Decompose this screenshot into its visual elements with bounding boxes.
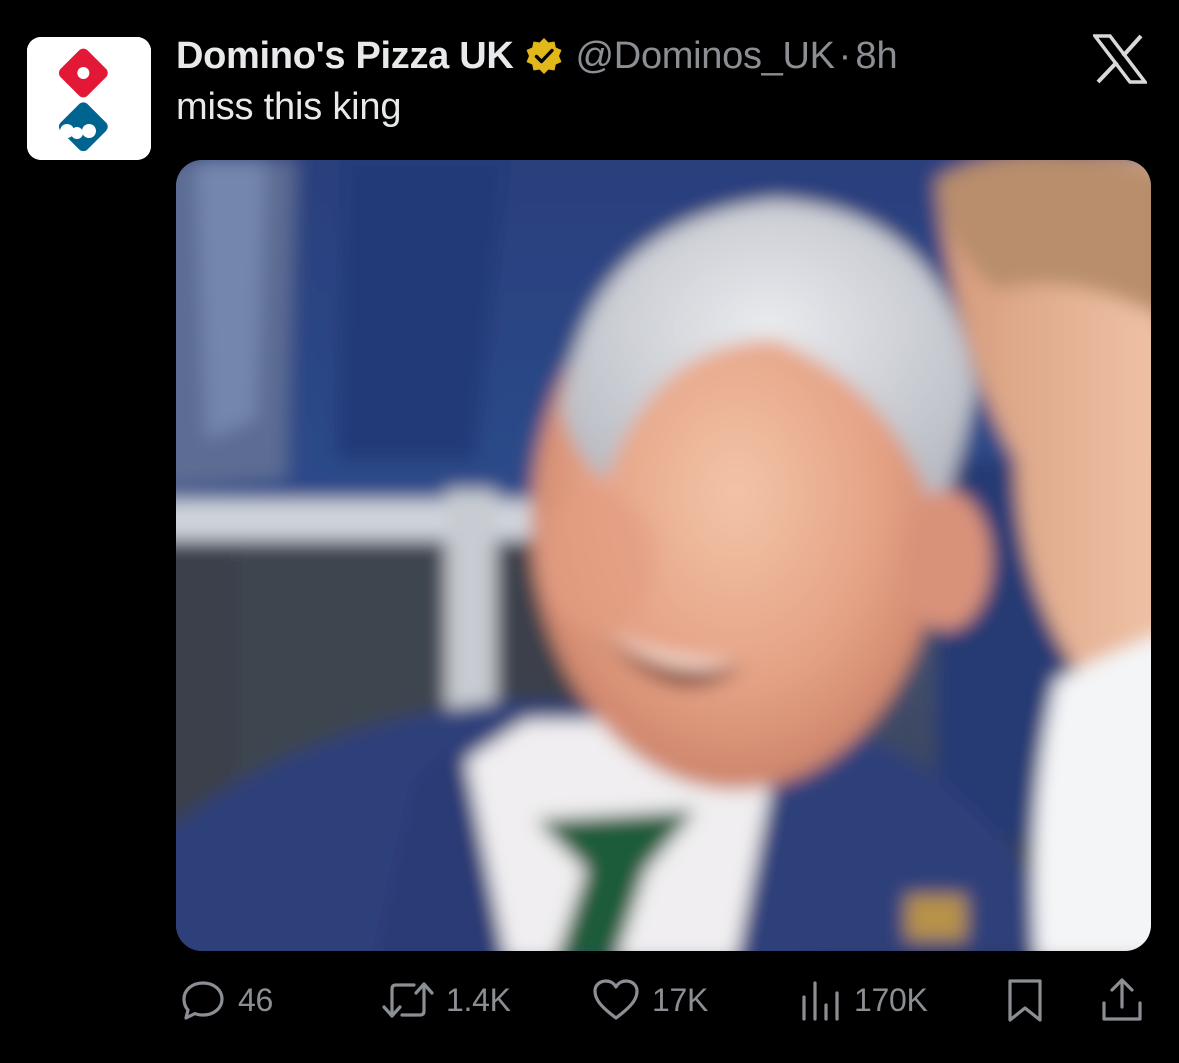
tweet-card[interactable]: Domino's Pizza UK @Dominos_UK · 8h miss … (0, 0, 1179, 1063)
reply-icon (182, 981, 224, 1020)
share-button[interactable] (1098, 970, 1146, 1030)
bookmark-icon (1008, 979, 1042, 1022)
x-logo-icon (1091, 34, 1149, 84)
author-handle[interactable]: @Dominos_UK (576, 35, 835, 78)
views-button[interactable]: 170K (798, 970, 928, 1030)
author-display-name[interactable]: Domino's Pizza UK (176, 35, 514, 78)
repost-icon (382, 982, 434, 1018)
tweet-actions: 46 1.4K 17K 170K (0, 970, 1179, 1030)
bookmark-button[interactable] (1002, 970, 1048, 1030)
like-count: 17K (652, 981, 709, 1018)
reply-button[interactable]: 46 (178, 970, 273, 1030)
tweet-timestamp[interactable]: 8h (855, 35, 897, 78)
tweet-text: miss this king (176, 86, 402, 128)
repost-count: 1.4K (446, 981, 511, 1018)
header-separator: · (838, 34, 852, 77)
views-icon (802, 981, 839, 1021)
tweet-media[interactable] (176, 160, 1151, 951)
tweet-header: Domino's Pizza UK @Dominos_UK · 8h (176, 32, 898, 80)
photo-icon (176, 160, 1151, 951)
verified-badge-icon (524, 36, 564, 76)
like-button[interactable]: 17K (590, 970, 708, 1030)
views-count: 170K (854, 981, 928, 1018)
heart-icon (593, 979, 639, 1020)
avatar[interactable] (27, 37, 151, 160)
dominos-logo-icon (27, 37, 151, 160)
repost-button[interactable]: 1.4K (380, 970, 511, 1030)
share-icon (1102, 978, 1142, 1021)
reply-count: 46 (238, 981, 273, 1018)
